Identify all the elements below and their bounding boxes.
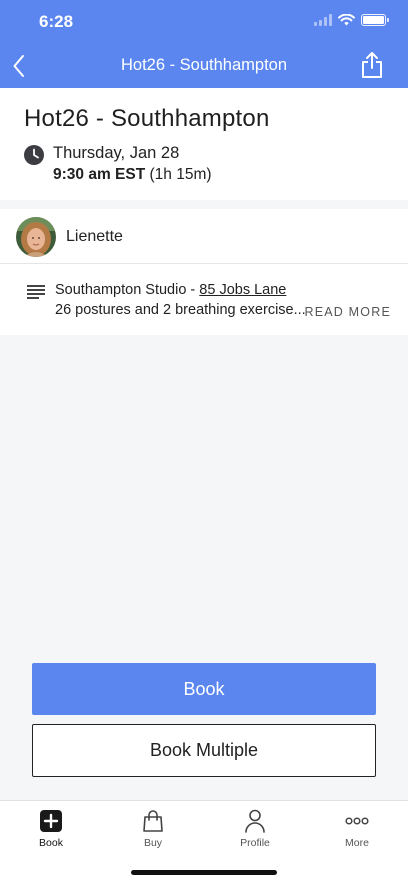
read-more-link[interactable]: READ MORE [304, 305, 391, 319]
status-bar: 6:28 [0, 0, 408, 44]
studio-name: Southampton Studio - [55, 282, 200, 298]
share-button[interactable] [358, 50, 386, 80]
instructor-avatar [16, 217, 56, 257]
divider [0, 263, 408, 264]
nav-title: Hot26 - Southhampton [120, 56, 288, 74]
class-title: Hot26 - Southhampton [24, 105, 270, 132]
class-date: Thursday, Jan 28 [53, 144, 180, 162]
tab-more-label: More [345, 837, 369, 849]
shopping-bag-icon [141, 809, 165, 833]
clock-icon [24, 145, 44, 165]
class-duration: (1h 15m) [149, 166, 212, 183]
share-icon [362, 52, 382, 78]
tab-profile[interactable]: Profile [204, 801, 306, 857]
chevron-left-icon [13, 55, 24, 77]
book-multiple-button[interactable]: Book Multiple [32, 724, 376, 777]
class-time: 9:30 am EST [53, 166, 146, 183]
description-lines-icon [27, 285, 45, 299]
home-indicator [131, 870, 277, 875]
plus-square-icon [39, 809, 63, 833]
status-icons [314, 14, 389, 26]
tab-book-label: Book [39, 837, 63, 849]
more-dots-icon [345, 809, 369, 833]
book-button[interactable]: Book [32, 663, 376, 715]
class-summary: 26 postures and 2 breathing exercise... [55, 302, 306, 318]
tab-buy[interactable]: Buy [102, 801, 204, 857]
app-header: 6:28 Hot26 - Southhampton [0, 0, 408, 88]
back-button[interactable] [6, 52, 32, 80]
studio-location: Southampton Studio - 85 Jobs Lane [55, 282, 286, 298]
class-details-card: Lienette Southampton Studio - 85 Jobs La… [0, 209, 408, 335]
battery-icon [361, 14, 389, 26]
wifi-icon [338, 14, 355, 26]
cellular-signal-icon [314, 14, 332, 26]
instructor-row[interactable]: Lienette [0, 209, 408, 263]
class-info-card: Hot26 - Southhampton Thursday, Jan 28 9:… [0, 88, 408, 200]
class-time-line: 9:30 am EST (1h 15m) [53, 166, 212, 184]
tab-more[interactable]: More [306, 801, 408, 857]
instructor-name: Lienette [66, 228, 123, 245]
studio-address-link[interactable]: 85 Jobs Lane [199, 282, 286, 298]
tab-buy-label: Buy [143, 837, 163, 849]
status-time: 6:28 [39, 12, 74, 31]
tab-book[interactable]: Book [0, 801, 102, 857]
tab-profile-label: Profile [240, 837, 270, 849]
person-icon [243, 809, 267, 833]
